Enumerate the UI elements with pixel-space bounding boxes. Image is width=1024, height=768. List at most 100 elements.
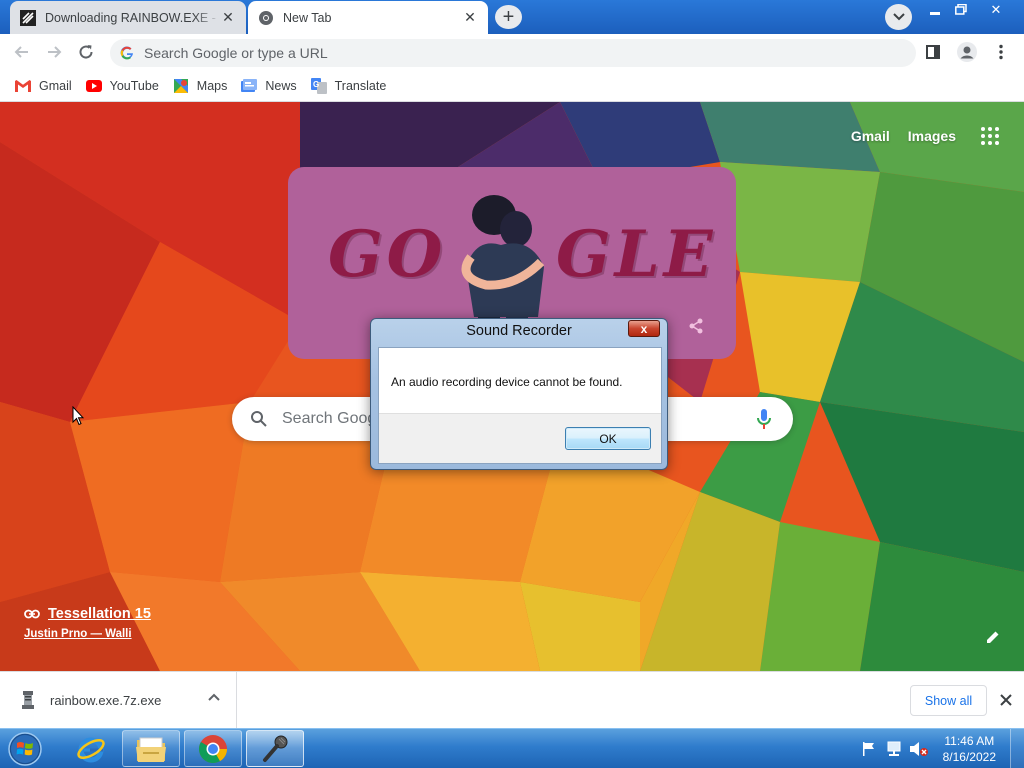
top-links: Gmail Images	[851, 124, 1002, 148]
side-panel-icon	[926, 45, 940, 59]
microphone-icon[interactable]	[757, 409, 771, 429]
google-apps-icon[interactable]	[978, 124, 1002, 148]
show-desktop-button[interactable]	[1010, 729, 1024, 768]
window-close-button[interactable]: ✕	[974, 0, 1018, 19]
windows-taskbar: 11:46 AM 8/16/2022	[0, 728, 1024, 768]
chrome-favicon-icon	[258, 10, 274, 26]
minimize-button[interactable]	[922, 0, 948, 19]
internet-explorer-icon	[77, 737, 105, 762]
minimize-icon	[930, 11, 940, 15]
back-arrow-icon	[14, 46, 28, 58]
forward-arrow-icon	[48, 46, 62, 58]
sound-recorder-dialog: Sound Recorder x An audio recording devi…	[370, 318, 668, 470]
browser-toolbar	[0, 34, 1024, 70]
search-placeholder: Search Goog	[282, 410, 377, 427]
profile-button[interactable]	[952, 36, 982, 68]
svg-text:G: G	[313, 80, 319, 89]
dialog-close-button[interactable]: x	[628, 320, 660, 337]
tab-title: Downloading RAINBOW.EXE - Google Chrome	[45, 10, 220, 25]
tab-new-tab[interactable]: New Tab ✕	[248, 1, 488, 34]
bookmark-label: Gmail	[39, 78, 72, 93]
show-all-button[interactable]: Show all	[910, 685, 987, 716]
doodle-letters-left: GO	[328, 217, 447, 292]
taskbar-internet-explorer[interactable]	[62, 730, 120, 767]
reload-button[interactable]	[70, 36, 102, 68]
dialog-body: An audio recording device cannot be foun…	[378, 347, 662, 464]
download-item[interactable]: rainbow.exe.7z.exe	[0, 672, 237, 728]
chevron-up-icon[interactable]	[208, 693, 220, 701]
bookmarks-bar: Gmail YouTube Maps News G Translate	[0, 70, 1024, 102]
new-tab-button[interactable]: +	[495, 5, 522, 29]
forward-button[interactable]	[38, 36, 70, 68]
omnibox[interactable]	[110, 39, 916, 67]
google-g-icon	[120, 46, 133, 60]
mouse-cursor-icon	[72, 406, 84, 426]
chrome-menu-button[interactable]	[986, 36, 1016, 68]
taskbar-clock[interactable]: 11:46 AM 8/16/2022	[943, 733, 996, 765]
bookmark-label: Translate	[334, 78, 387, 93]
toolbar-right	[918, 36, 1016, 68]
tab-close-icon[interactable]: ✕	[462, 9, 478, 26]
close-icon: ✕	[990, 1, 1002, 17]
bookmark-label: Maps	[196, 78, 228, 93]
start-button[interactable]	[4, 730, 46, 768]
windows-start-orb-icon	[8, 732, 42, 766]
clock-date: 8/16/2022	[942, 750, 996, 764]
dialog-message: An audio recording device cannot be foun…	[391, 375, 623, 389]
plus-icon: +	[502, 5, 515, 28]
bookmark-youtube[interactable]: YouTube	[79, 73, 166, 99]
omnibox-input[interactable]	[144, 45, 844, 61]
tab-downloading[interactable]: Downloading RAINBOW.EXE - Google Chrome …	[10, 1, 246, 34]
kebab-menu-icon	[999, 44, 1003, 60]
search-icon	[251, 411, 267, 427]
gmail-icon	[15, 78, 31, 94]
background-author-link[interactable]: Justin Prno — Walli	[24, 628, 151, 640]
bookmark-translate[interactable]: G Translate	[304, 73, 394, 99]
background-title: Tessellation 15	[48, 606, 151, 622]
clock-time: 11:46 AM	[944, 734, 995, 748]
tab-strip: Downloading RAINBOW.EXE - Google Chrome …	[0, 0, 1024, 34]
executable-file-icon	[22, 691, 34, 709]
taskbar-sound-recorder[interactable]	[246, 730, 304, 767]
window-controls: ✕	[922, 0, 1018, 20]
taskbar-chrome[interactable]	[184, 730, 242, 767]
images-link[interactable]: Images	[908, 128, 956, 144]
link-icon	[24, 609, 40, 619]
translate-icon: G	[310, 77, 327, 94]
system-tray: 11:46 AM 8/16/2022	[858, 729, 1024, 768]
reload-icon	[79, 45, 93, 59]
restore-icon	[955, 4, 967, 15]
microphone-icon	[263, 735, 288, 762]
download-filename: rainbow.exe.7z.exe	[50, 692, 162, 708]
rainbow-exe-favicon-icon	[20, 9, 36, 26]
background-attribution: Tessellation 15 Justin Prno — Walli	[24, 606, 151, 640]
news-icon	[241, 78, 258, 94]
bookmark-label: News	[265, 78, 297, 93]
bookmark-gmail[interactable]: Gmail	[8, 73, 79, 99]
pencil-icon[interactable]	[986, 630, 1000, 644]
action-center-flag-icon[interactable]	[858, 738, 880, 760]
tab-search-button[interactable]	[885, 4, 912, 30]
tab-close-icon[interactable]: ✕	[220, 9, 236, 26]
volume-muted-icon[interactable]	[908, 738, 930, 760]
chrome-icon	[199, 734, 227, 763]
ok-button[interactable]: OK	[565, 427, 651, 450]
network-icon[interactable]	[883, 738, 905, 760]
folder-icon	[136, 737, 166, 762]
back-button[interactable]	[6, 36, 38, 68]
tab-title: New Tab	[283, 10, 332, 25]
chevron-down-icon	[892, 13, 905, 21]
side-panel-button[interactable]	[918, 36, 948, 68]
background-title-link[interactable]: Tessellation 15	[24, 606, 151, 622]
maps-icon	[173, 78, 189, 94]
taskbar-explorer[interactable]	[122, 730, 180, 767]
gmail-link[interactable]: Gmail	[851, 128, 890, 144]
bookmark-news[interactable]: News	[234, 73, 303, 99]
close-icon: x	[640, 321, 648, 336]
restore-button[interactable]	[948, 0, 974, 19]
download-shelf-close-button[interactable]	[996, 690, 1016, 710]
bookmark-label: YouTube	[109, 78, 159, 93]
share-icon[interactable]	[688, 318, 704, 334]
bookmark-maps[interactable]: Maps	[166, 73, 235, 99]
youtube-icon	[85, 78, 102, 94]
